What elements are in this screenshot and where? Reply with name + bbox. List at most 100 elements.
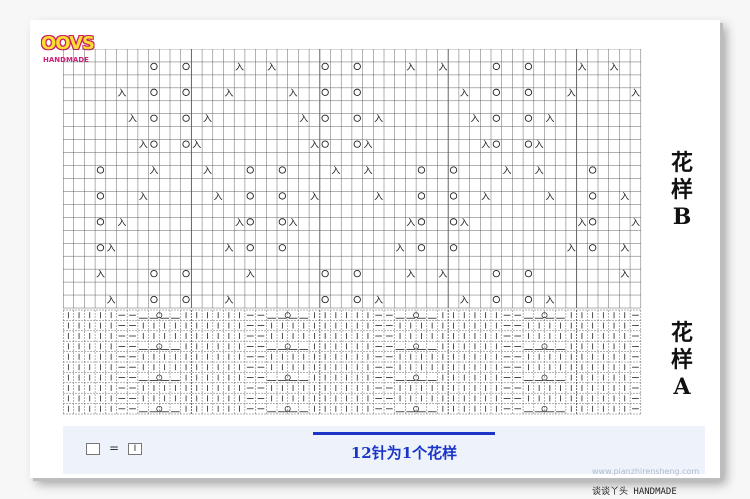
decrease-symbol: 入 [374, 191, 383, 202]
decrease-symbol: 入 [470, 114, 479, 125]
yarn-over-symbol [417, 192, 426, 200]
pattern-b-char-1: 花 [670, 150, 693, 176]
decrease-symbol: 入 [235, 62, 244, 73]
decrease-symbol: 入 [310, 191, 319, 202]
decrease-symbol: 入 [545, 191, 554, 202]
decrease-symbol: 入 [438, 269, 447, 280]
yarn-over-symbol [353, 295, 361, 304]
repeat-note: 12针为1个花样 [350, 444, 458, 462]
yarn-over-symbol [353, 269, 361, 278]
decrease-symbol: 入 [577, 62, 586, 73]
pattern-b-label: 花 样 B [667, 150, 697, 231]
yarn-over-symbol [353, 140, 361, 148]
yarn-over-symbol [182, 114, 190, 122]
decrease-symbol: 入 [289, 88, 298, 99]
decrease-symbol: 入 [577, 217, 586, 228]
decrease-symbol: 入 [374, 295, 383, 306]
decrease-symbol: 入 [117, 88, 126, 99]
yarn-over-symbol [353, 114, 361, 122]
pattern-a-char-2: 样 [670, 347, 693, 373]
decrease-symbol: 入 [460, 295, 469, 306]
yarn-over-symbol [96, 192, 105, 200]
decrease-symbol: 入 [224, 88, 233, 99]
yarn-over-symbol [182, 295, 190, 304]
yarn-over-symbol [278, 166, 287, 174]
decrease-symbol: 入 [149, 166, 158, 177]
decrease-symbol: 入 [363, 140, 372, 151]
yarn-over-symbol [96, 244, 105, 252]
footer-accent-bar [313, 432, 495, 435]
yarn-over-symbol [150, 114, 158, 122]
decrease-symbol: 入 [610, 62, 619, 73]
pattern-a-label: 花 样 A [667, 320, 697, 401]
pattern-b-char-2: 样 [670, 177, 693, 203]
decrease-symbol: 入 [235, 217, 244, 228]
yarn-over-symbol [150, 62, 158, 71]
yarn-over-symbol [278, 192, 287, 200]
yarn-over-symbol [150, 140, 158, 148]
yarn-over-symbol [150, 88, 158, 96]
decrease-symbol: 入 [406, 62, 415, 73]
pattern-a-char-1: 花 [670, 320, 693, 346]
decrease-symbol: 入 [224, 295, 233, 306]
legend-equals: = [109, 441, 120, 455]
decrease-symbol: 入 [139, 140, 148, 151]
yarn-over-symbol [246, 244, 254, 252]
yarn-over-symbol [278, 244, 287, 252]
yarn-over-symbol [182, 140, 190, 148]
yarn-over-symbol [449, 166, 458, 174]
decrease-symbol: 入 [310, 140, 319, 151]
credit-text: 谈谈丫头 HANDMADE [592, 487, 677, 497]
decrease-symbol: 入 [214, 191, 223, 202]
decrease-symbol: 入 [139, 191, 148, 202]
yarn-over-symbol [150, 269, 158, 278]
yarn-over-symbol [353, 62, 361, 71]
decrease-symbol: 入 [535, 140, 544, 151]
yarn-over-symbol [524, 140, 533, 148]
decrease-symbol: 入 [203, 114, 212, 125]
watermark [610, 425, 740, 465]
decrease-symbol: 入 [620, 269, 629, 280]
yarn-over-symbol [524, 88, 533, 96]
yarn-over-symbol [589, 244, 597, 252]
yarn-over-symbol [524, 295, 533, 304]
yarn-over-symbol [321, 295, 329, 304]
yarn-over-symbol [449, 218, 458, 226]
yarn-over-symbol [492, 140, 500, 148]
yarn-over-symbol [492, 88, 500, 96]
yarn-over-symbol [492, 295, 500, 304]
yarn-over-symbol [96, 166, 105, 174]
decrease-symbol: 入 [374, 114, 383, 125]
yarn-over-symbol [246, 218, 254, 226]
yarn-over-symbol [449, 244, 458, 252]
decrease-symbol: 入 [620, 191, 629, 202]
decrease-symbol: 入 [406, 269, 415, 280]
decrease-symbol: 入 [631, 88, 640, 99]
decrease-symbol: 入 [107, 243, 116, 254]
yarn-over-symbol [150, 295, 158, 304]
yarn-over-symbol [417, 244, 426, 252]
watermark-url: www.pianzhirensheng.com [592, 467, 700, 476]
decrease-symbol: 入 [192, 140, 201, 151]
decrease-symbol: 入 [567, 243, 576, 254]
decrease-symbol: 入 [289, 217, 298, 228]
decrease-symbol: 入 [438, 62, 447, 73]
knitting-chart: 入入入入入入入入入入入入入入入入入入入入入入入入入入入入入入入入入入入入入入入入… [63, 49, 642, 415]
decrease-symbol: 入 [128, 114, 137, 125]
decrease-symbol: 入 [535, 166, 544, 177]
pattern-b-char-3: B [672, 204, 692, 230]
decrease-symbol: 入 [396, 243, 405, 254]
yarn-over-symbol [182, 62, 190, 71]
yarn-over-symbol [246, 166, 254, 174]
decrease-symbol: 入 [620, 243, 629, 254]
decrease-symbol: 入 [460, 217, 469, 228]
decrease-symbol: 入 [567, 88, 576, 99]
yarn-over-symbol [353, 88, 361, 96]
decrease-symbol: 入 [224, 243, 233, 254]
decrease-symbol: 入 [117, 217, 126, 228]
yarn-over-symbol [589, 192, 597, 200]
yarn-over-symbol [321, 140, 329, 148]
yarn-over-symbol [449, 192, 458, 200]
yarn-over-symbol [417, 166, 426, 174]
decrease-symbol: 入 [331, 166, 340, 177]
